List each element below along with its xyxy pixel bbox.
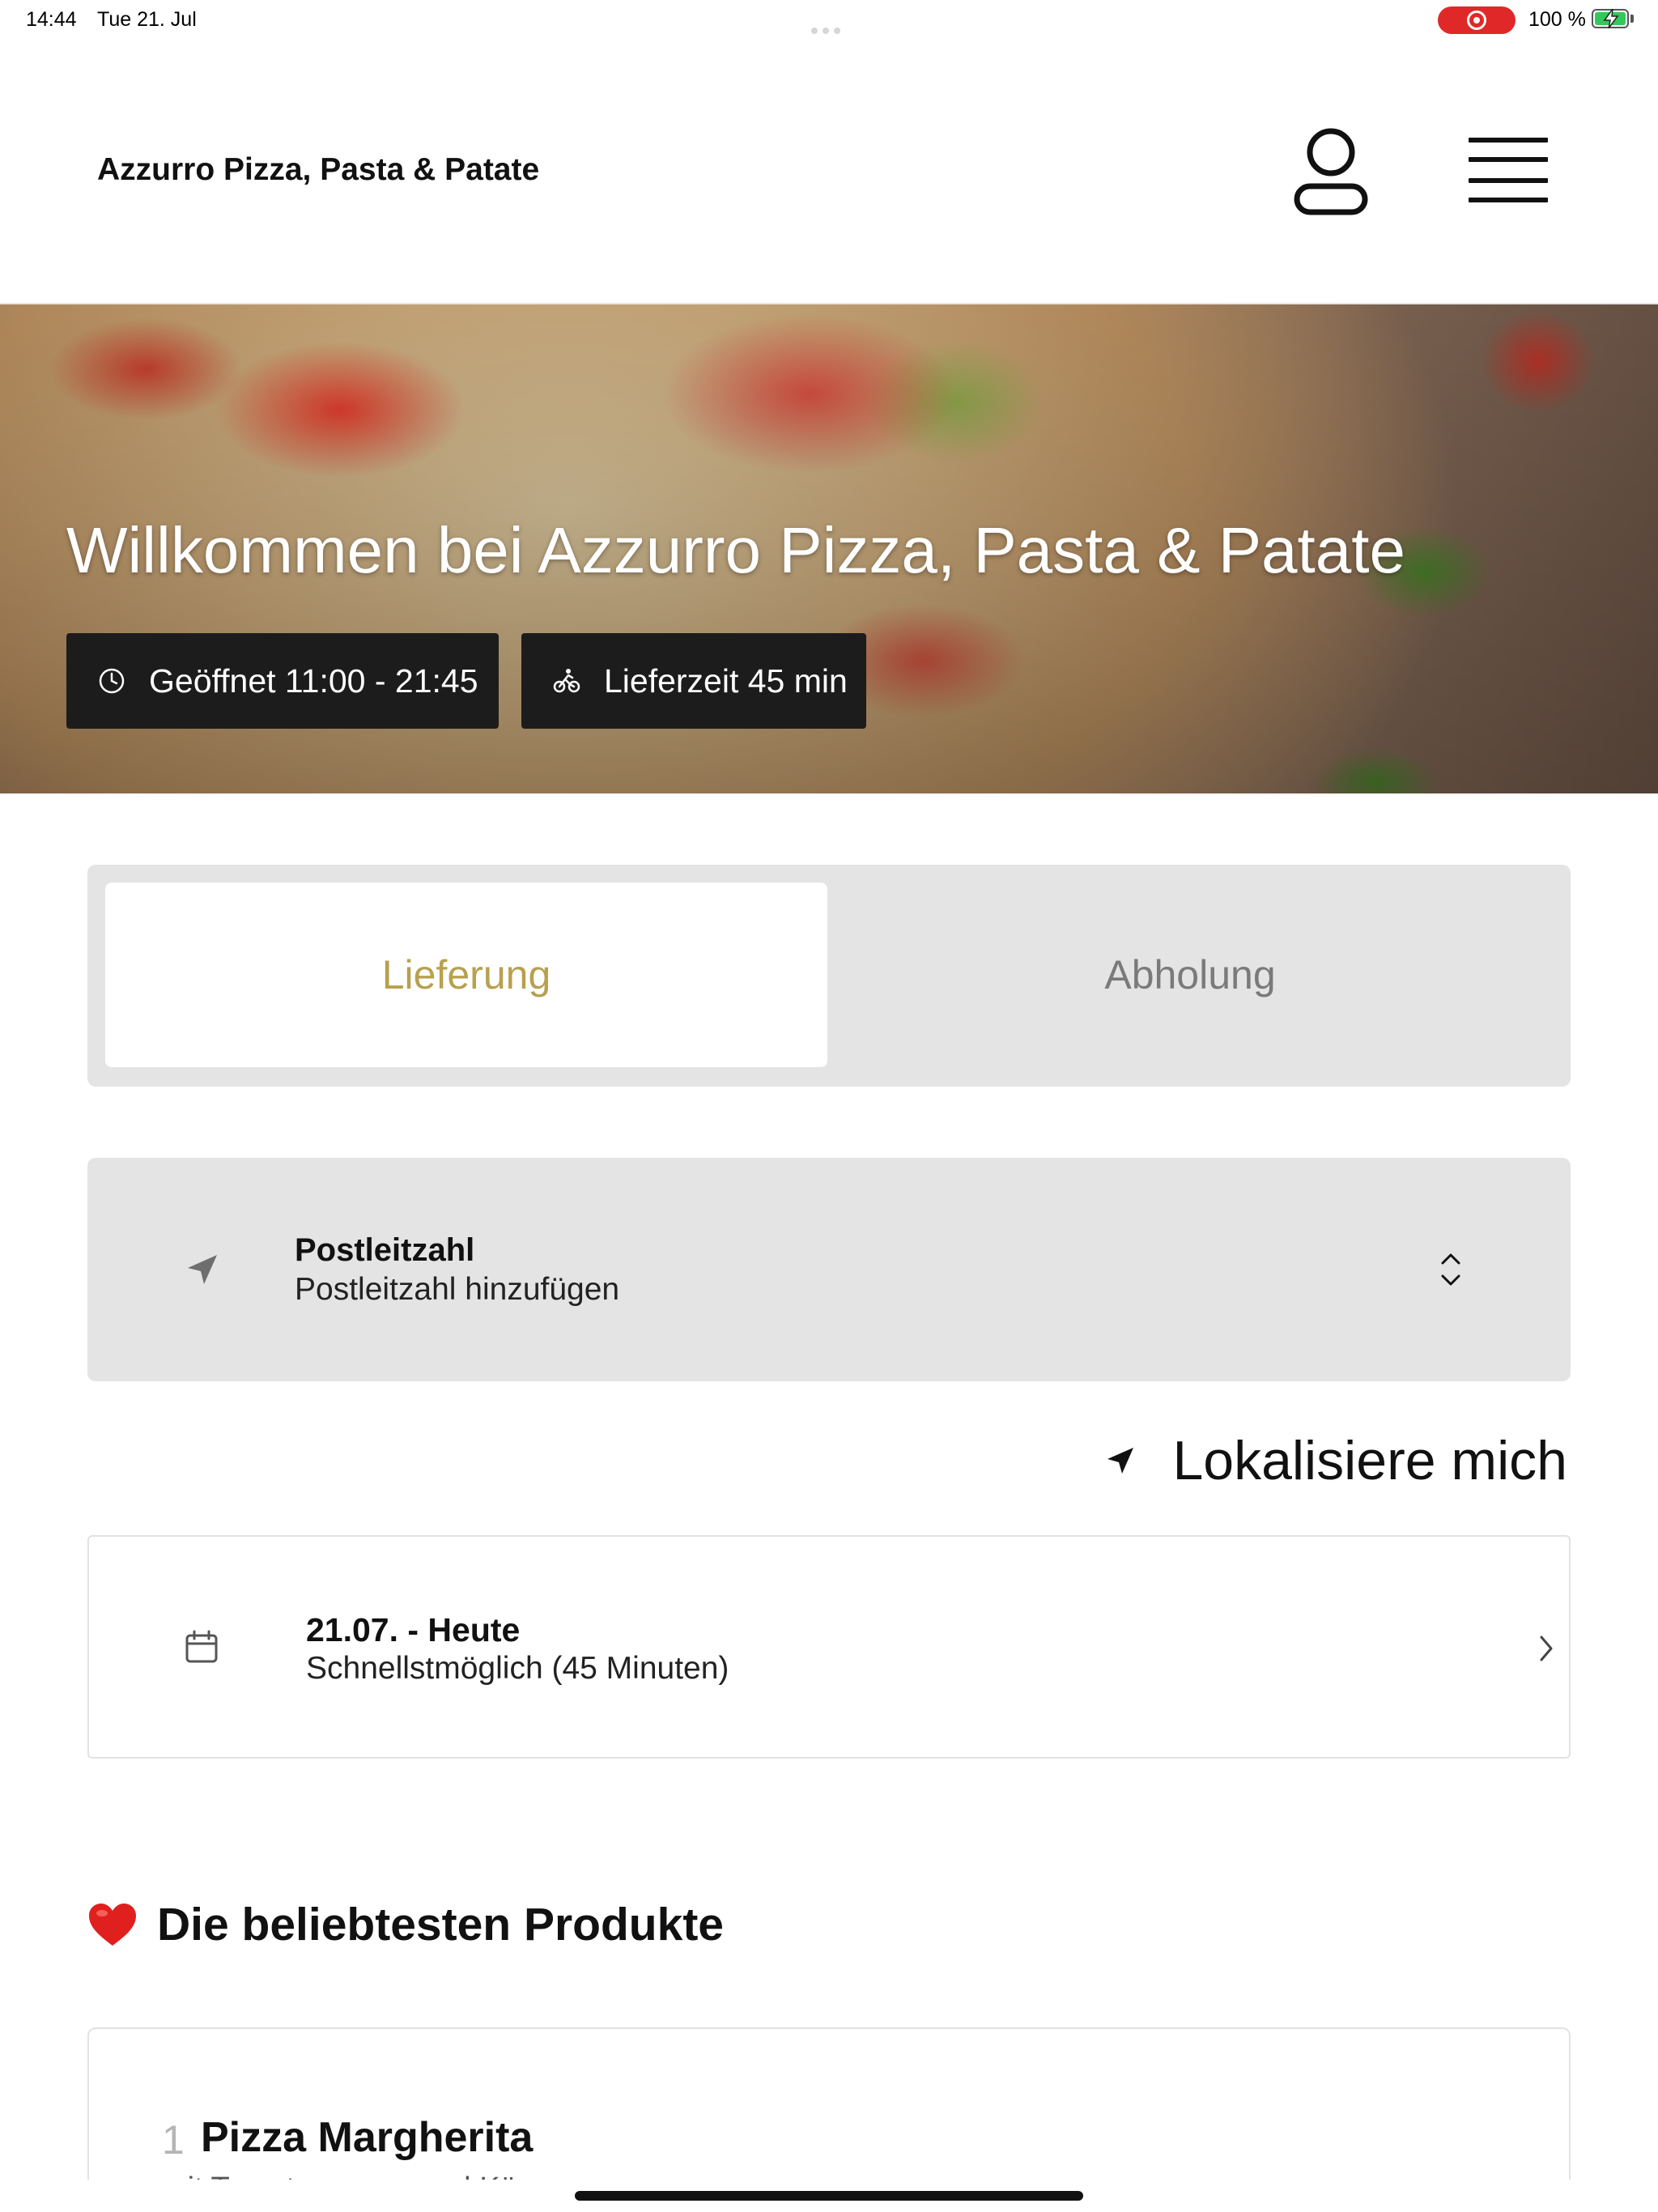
app-title[interactable]: Azzurro Pizza, Pasta & Patate <box>97 152 539 188</box>
popular-products-heading: Die beliebtesten Produkte <box>87 1898 724 1951</box>
charging-bolt-icon <box>1603 9 1619 28</box>
opening-hours-label: Geöffnet 11:00 - 21:45 <box>149 661 478 700</box>
location-arrow-icon <box>1107 1448 1134 1474</box>
home-indicator[interactable] <box>575 2191 1083 2201</box>
locate-me-label: Lokalisiere mich <box>1172 1430 1567 1491</box>
hero-banner: Willkommen bei Azzurro Pizza, Pasta & Pa… <box>0 304 1658 793</box>
opening-hours-chip: Geöffnet 11:00 - 21:45 <box>66 633 499 729</box>
menu-line <box>1469 178 1548 183</box>
screen-recording-icon[interactable] <box>1438 6 1516 34</box>
menu-line <box>1469 138 1548 143</box>
bicycle-icon <box>553 669 580 693</box>
locate-me-button[interactable]: Lokalisiere mich <box>1104 1430 1567 1491</box>
tab-abholung[interactable]: Abholung <box>827 883 1553 1067</box>
user-account-button[interactable] <box>1292 126 1370 217</box>
chevron-right-icon <box>1540 1636 1553 1661</box>
order-mode-toggle: Lieferung Abholung <box>87 865 1571 1087</box>
postcode-field[interactable]: Postleitzahl hinzufügen <box>295 1272 619 1308</box>
hero-title: Willkommen bei Azzurro Pizza, Pasta & Pa… <box>66 514 1405 586</box>
delivery-time-chip: Lieferzeit 45 min <box>521 633 866 729</box>
schedule-time-value: Schnellstmöglich (45 Minuten) <box>306 1651 729 1686</box>
status-time: 14:44 <box>26 8 77 31</box>
postcode-selector[interactable]: Postleitzahl Postleitzahl hinzufügen <box>87 1158 1571 1381</box>
battery-percent: 100 % <box>1528 8 1586 31</box>
product-name: Pizza Margherita <box>201 2114 534 2161</box>
menu-line <box>1469 198 1548 202</box>
popular-products-title: Die beliebtesten Produkte <box>157 1899 725 1950</box>
postcode-label: Postleitzahl <box>295 1232 475 1268</box>
user-icon <box>1294 128 1368 215</box>
status-date: Tue 21. Jul <box>97 8 197 31</box>
schedule-date-label: 21.07. - Heute <box>306 1611 521 1648</box>
heart-icon <box>89 1904 136 1946</box>
menu-line <box>1469 157 1548 162</box>
delivery-time-label: Lieferzeit 45 min <box>604 661 848 700</box>
product-rank: 1 <box>162 2117 185 2163</box>
calendar-icon <box>185 1630 218 1663</box>
multitasking-dots-icon[interactable] <box>811 16 847 34</box>
tab-lieferung[interactable]: Lieferung <box>105 883 827 1067</box>
chevron-up-down-icon <box>1441 1253 1460 1286</box>
delivery-schedule-selector[interactable]: 21.07. - Heute Schnellstmöglich (45 Minu… <box>87 1535 1571 1759</box>
battery-tip <box>1630 15 1634 23</box>
battery-icon <box>1592 9 1629 28</box>
clock-icon <box>99 668 125 694</box>
status-bar: 14:44 Tue 21. Jul 100 % <box>0 0 1658 39</box>
navigation-arrow-icon <box>188 1255 217 1284</box>
menu-button[interactable] <box>1464 133 1553 207</box>
